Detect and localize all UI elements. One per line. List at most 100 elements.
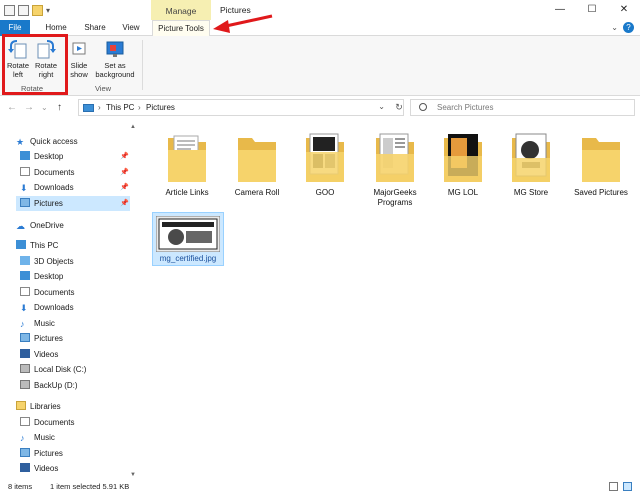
- customize-qat-icon[interactable]: ▾: [46, 6, 50, 15]
- nav-scrollbar[interactable]: ▲ ▼: [130, 124, 138, 480]
- folder-item[interactable]: Camera Roll: [222, 130, 292, 198]
- refresh-icon[interactable]: ↻: [392, 99, 406, 116]
- minimize-button[interactable]: —: [544, 0, 576, 20]
- image-thumbnail-icon: [155, 215, 221, 253]
- address-bar[interactable]: › This PC › Pictures ⌄: [78, 99, 404, 116]
- status-bar: 8 items 1 item selected 5.91 KB: [0, 480, 640, 493]
- nav-item-desktop[interactable]: Desktop: [20, 149, 63, 164]
- nav-item-lib-documents[interactable]: Documents: [20, 415, 74, 430]
- manage-context-tab[interactable]: Manage: [151, 0, 211, 20]
- back-icon[interactable]: ←: [7, 102, 17, 113]
- nav-label: Pictures: [34, 334, 63, 343]
- pin-icon[interactable]: 📌: [120, 152, 129, 160]
- nav-label: 3D Objects: [34, 257, 74, 266]
- pin-icon[interactable]: 📌: [120, 168, 129, 176]
- pin-icon[interactable]: 📌: [120, 199, 129, 207]
- download-icon: ⬇: [20, 303, 28, 313]
- nav-this-pc[interactable]: This PC: [16, 238, 58, 253]
- set-background-icon: [106, 41, 124, 57]
- nav-onedrive[interactable]: ☁ OneDrive: [16, 218, 64, 233]
- nav-item-3d-objects[interactable]: 3D Objects: [20, 254, 74, 269]
- slide-show-icon: [72, 42, 86, 55]
- nav-item-documents[interactable]: Documents: [20, 165, 74, 180]
- address-dropdown-icon[interactable]: ⌄: [378, 102, 385, 111]
- nav-item-videos[interactable]: Videos: [20, 347, 58, 362]
- file-view: Article Links Camera Roll GOO MajorGeeks…: [140, 124, 640, 480]
- set-background-label-1: Set as: [104, 61, 126, 70]
- nav-item-downloads[interactable]: ⬇ Downloads: [20, 180, 74, 195]
- title-bar: ▾ Manage Pictures — ☐ ✕: [0, 0, 640, 20]
- tab-view[interactable]: View: [114, 20, 148, 36]
- nav-item-downloads[interactable]: ⬇ Downloads: [20, 300, 74, 315]
- tab-share[interactable]: Share: [78, 20, 112, 36]
- nav-item-lib-music[interactable]: ♪ Music: [20, 430, 55, 445]
- star-icon: ★: [16, 137, 25, 147]
- forward-icon[interactable]: →: [24, 102, 34, 113]
- search-input[interactable]: Search Pictures: [410, 99, 635, 116]
- music-icon: ♪: [20, 319, 25, 329]
- set-background-label-2: background: [95, 70, 135, 79]
- nav-item-music[interactable]: ♪ Music: [20, 316, 55, 331]
- nav-label: Pictures: [34, 449, 63, 458]
- folder-item[interactable]: MG LOL: [428, 130, 498, 198]
- download-icon: ⬇: [20, 183, 28, 193]
- pictures-icon: [20, 448, 30, 457]
- help-icon[interactable]: ?: [623, 22, 634, 33]
- nav-item-documents[interactable]: Documents: [20, 285, 74, 300]
- maximize-button[interactable]: ☐: [576, 0, 608, 20]
- nav-label: Quick access: [30, 137, 78, 146]
- folder-item[interactable]: Saved Pictures: [566, 130, 636, 198]
- video-icon: [20, 463, 30, 472]
- folder-item[interactable]: Article Links: [152, 130, 222, 198]
- close-button[interactable]: ✕: [608, 0, 640, 20]
- breadcrumb-this-pc[interactable]: This PC: [106, 100, 134, 115]
- nav-quick-access[interactable]: ★ Quick access: [16, 134, 78, 149]
- folder-item[interactable]: MajorGeeks Programs: [360, 130, 430, 208]
- checkmark-icon[interactable]: [18, 4, 29, 16]
- large-icons-view-icon[interactable]: [623, 482, 632, 491]
- nav-label: Documents: [34, 418, 75, 427]
- new-folder-icon[interactable]: [32, 4, 43, 16]
- desktop-icon: [20, 271, 30, 280]
- properties-icon[interactable]: [4, 4, 15, 16]
- recent-locations-icon[interactable]: ⌄: [41, 103, 48, 112]
- set-as-background-button[interactable]: Set as background: [92, 38, 138, 79]
- nav-label: OneDrive: [30, 221, 64, 230]
- cube-icon: [20, 256, 30, 265]
- nav-libraries[interactable]: Libraries: [16, 399, 61, 414]
- desktop-icon: [20, 151, 30, 160]
- nav-item-lib-videos[interactable]: Videos: [20, 461, 58, 476]
- nav-label: This PC: [30, 241, 59, 250]
- nav-item-backup[interactable]: BackUp (D:): [20, 378, 78, 393]
- item-count: 8 items: [8, 482, 33, 491]
- nav-item-desktop[interactable]: Desktop: [20, 269, 63, 284]
- music-icon: ♪: [20, 433, 25, 443]
- folder-icon: [582, 138, 620, 182]
- nav-item-lib-pictures[interactable]: Pictures: [20, 446, 63, 461]
- folder-item[interactable]: MG Store: [496, 130, 566, 198]
- folder-item[interactable]: GOO: [290, 130, 360, 198]
- file-label: MajorGeeks Programs: [373, 188, 417, 207]
- nav-item-pictures-selected[interactable]: Pictures: [16, 196, 130, 211]
- drive-icon: [20, 380, 30, 389]
- details-view-icon[interactable]: [609, 482, 618, 491]
- pin-icon[interactable]: 📌: [120, 183, 129, 191]
- tab-picture-tools[interactable]: Picture Tools: [152, 20, 210, 37]
- scroll-down-icon[interactable]: ▼: [130, 472, 136, 478]
- ribbon-expand-icon[interactable]: ⌄: [611, 23, 618, 32]
- nav-item-local-disk[interactable]: Local Disk (C:): [20, 362, 86, 377]
- file-item-selected[interactable]: mg_certified.jpg: [152, 212, 224, 266]
- up-icon[interactable]: ↑: [57, 102, 62, 113]
- cloud-icon: ☁: [16, 221, 25, 231]
- documents-icon: [20, 417, 30, 426]
- scroll-up-icon[interactable]: ▲: [130, 124, 136, 130]
- breadcrumb-pictures[interactable]: Pictures: [146, 100, 175, 115]
- folder-icon: [306, 133, 344, 182]
- nav-item-pictures[interactable]: Pictures: [20, 331, 63, 346]
- highlight-box-annotation: [2, 34, 68, 95]
- slide-show-button[interactable]: Slide show: [68, 38, 90, 79]
- nav-label: Downloads: [34, 183, 74, 192]
- pictures-icon: [20, 198, 30, 207]
- window-title: Pictures: [220, 5, 251, 15]
- file-label: MG LOL: [447, 188, 479, 197]
